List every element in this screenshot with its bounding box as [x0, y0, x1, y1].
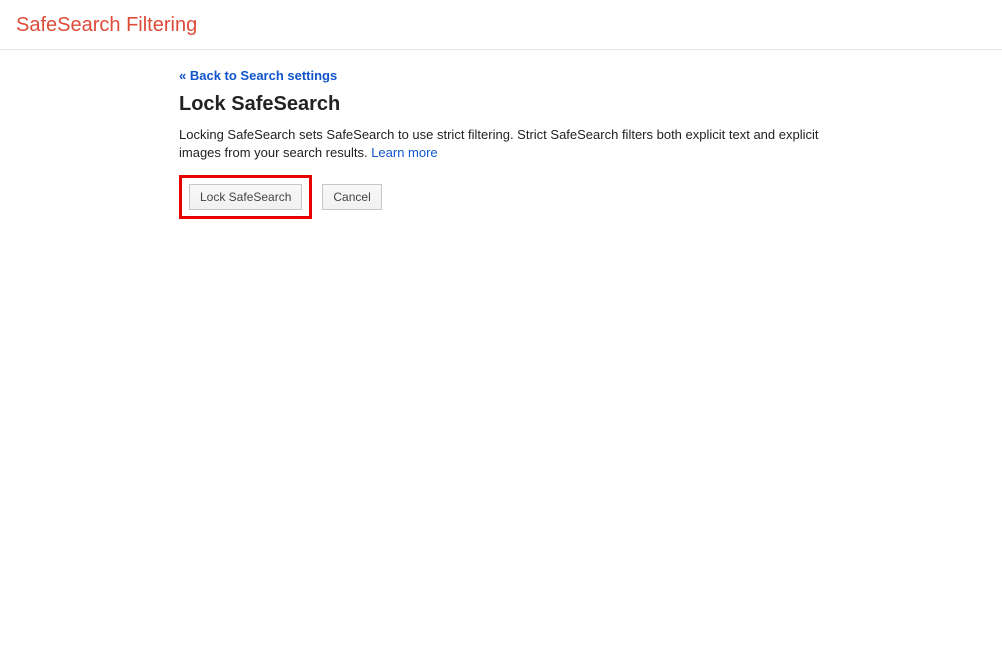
description-text: Locking SafeSearch sets SafeSearch to us… [179, 126, 819, 161]
highlight-box: Lock SafeSearch [179, 175, 312, 219]
header-title: SafeSearch Filtering [16, 14, 197, 36]
lock-safesearch-button[interactable]: Lock SafeSearch [189, 184, 302, 210]
main-content: « Back to Search settings Lock SafeSearc… [179, 68, 819, 219]
learn-more-link[interactable]: Learn more [371, 145, 437, 160]
page-heading: Lock SafeSearch [179, 93, 819, 116]
button-row: Lock SafeSearch Cancel [179, 175, 819, 219]
description-body: Locking SafeSearch sets SafeSearch to us… [179, 127, 818, 160]
cancel-button[interactable]: Cancel [322, 184, 381, 210]
page-header: SafeSearch Filtering [0, 0, 1002, 50]
back-to-settings-link[interactable]: « Back to Search settings [179, 68, 337, 83]
